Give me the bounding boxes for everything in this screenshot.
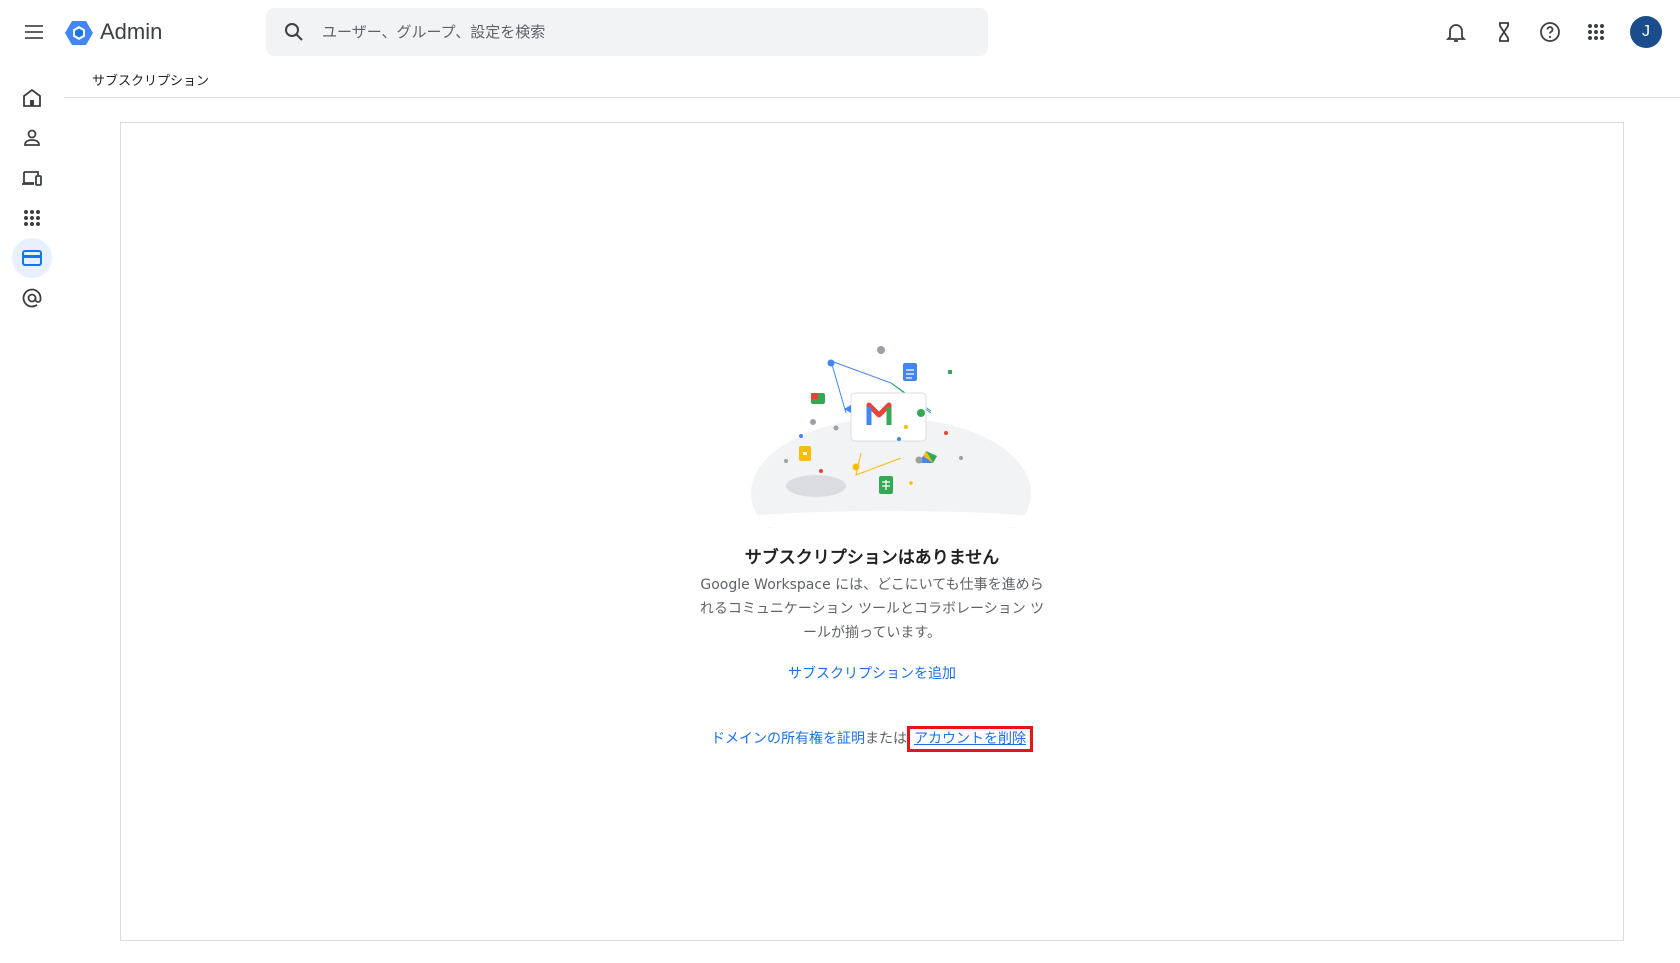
top-bar: Admin J — [0, 0, 1680, 64]
empty-state-description: Google Workspace には、どこにいても仕事を進められるコミュニケー… — [699, 577, 1045, 641]
person-icon — [24, 129, 40, 146]
empty-state-title: サブスクリプションはありません — [744, 548, 1000, 568]
at-sign-icon — [22, 288, 42, 308]
devices-icon — [22, 171, 42, 186]
menu-icon[interactable] — [22, 20, 46, 44]
help-icon[interactable] — [1538, 20, 1562, 44]
workspace-illustration — [731, 343, 1051, 568]
admin-logo-icon[interactable] — [64, 18, 94, 48]
app-title[interactable]: Admin — [100, 18, 162, 46]
rail-domains[interactable] — [12, 278, 52, 318]
bell-icon[interactable] — [1444, 20, 1468, 44]
search-bar[interactable] — [266, 8, 988, 56]
or-text: または — [865, 731, 907, 747]
credit-card-icon — [22, 250, 42, 266]
rail-users[interactable] — [12, 118, 52, 158]
header-divider — [64, 97, 1680, 98]
hourglass-icon[interactable] — [1492, 20, 1516, 44]
verify-domain-link[interactable]: ドメインの所有権を証明 — [711, 731, 865, 747]
avatar[interactable]: J — [1630, 16, 1662, 48]
account-actions-line: ドメインの所有権を証明または アカウントを削除 — [121, 726, 1623, 752]
add-subscription-link[interactable]: サブスクリプションを追加 — [121, 663, 1623, 683]
apps-icon — [24, 210, 40, 226]
rail-home[interactable] — [12, 78, 52, 118]
rail-apps[interactable] — [12, 198, 52, 238]
search-icon[interactable] — [282, 20, 306, 44]
breadcrumb: サブスクリプション — [92, 74, 210, 89]
home-icon — [23, 88, 41, 107]
delete-account-link[interactable]: アカウントを削除 — [907, 726, 1033, 752]
rail-devices[interactable] — [12, 158, 52, 198]
search-input[interactable] — [322, 8, 962, 56]
apps-grid-icon[interactable] — [1584, 20, 1608, 44]
subscriptions-card: サブスクリプションはありません Google Workspace には、どこにい… — [120, 122, 1624, 941]
rail-billing[interactable] — [12, 238, 52, 278]
